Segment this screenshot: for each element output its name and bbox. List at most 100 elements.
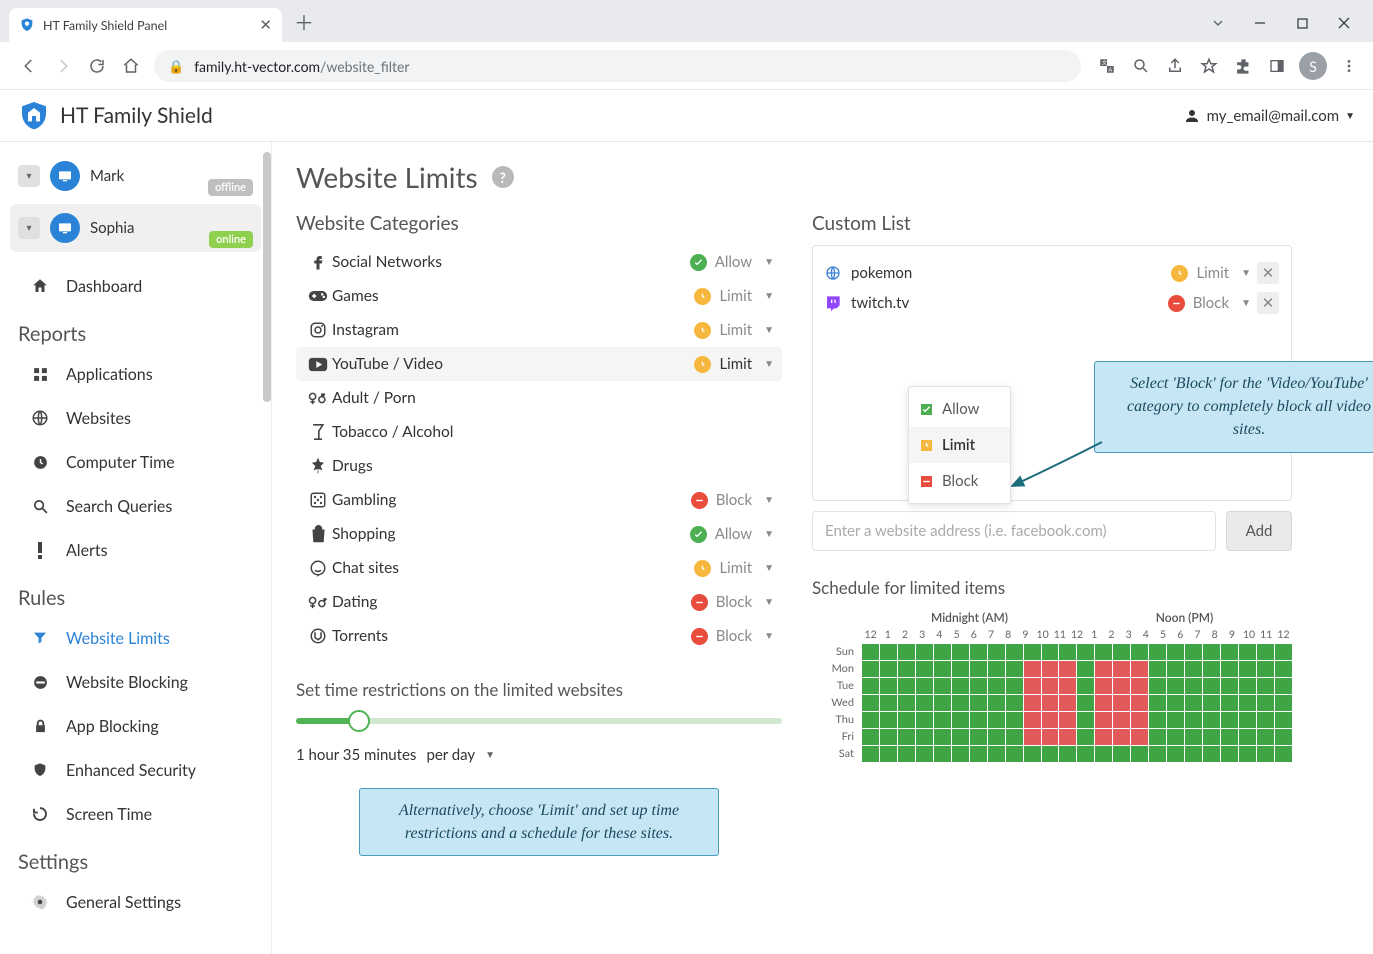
schedule-cell[interactable] bbox=[916, 678, 933, 694]
schedule-cell[interactable] bbox=[970, 644, 987, 660]
time-slider[interactable] bbox=[296, 718, 782, 732]
status-selector[interactable]: Block ▼ bbox=[678, 627, 774, 645]
schedule-cell[interactable] bbox=[1059, 712, 1076, 728]
category-row[interactable]: Adult / Porn bbox=[296, 381, 782, 415]
schedule-cell[interactable] bbox=[880, 695, 897, 711]
schedule-cell[interactable] bbox=[1077, 729, 1094, 745]
schedule-cell[interactable] bbox=[1095, 746, 1112, 762]
schedule-cell[interactable] bbox=[1131, 644, 1148, 660]
schedule-cell[interactable] bbox=[916, 746, 933, 762]
sidebar-dashboard[interactable]: Dashboard bbox=[0, 264, 271, 308]
share-icon[interactable] bbox=[1163, 54, 1187, 78]
schedule-cell[interactable] bbox=[1006, 712, 1023, 728]
schedule-cell[interactable] bbox=[898, 712, 915, 728]
schedule-cell[interactable] bbox=[1275, 746, 1292, 762]
category-row[interactable]: Shopping Allow ▼ bbox=[296, 517, 782, 551]
schedule-cell[interactable] bbox=[1077, 712, 1094, 728]
schedule-cell[interactable] bbox=[1239, 644, 1256, 660]
schedule-cell[interactable] bbox=[1024, 712, 1041, 728]
schedule-cell[interactable] bbox=[1024, 695, 1041, 711]
schedule-cell[interactable] bbox=[1167, 695, 1184, 711]
schedule-cell[interactable] bbox=[1077, 695, 1094, 711]
schedule-cell[interactable] bbox=[862, 695, 879, 711]
schedule-cell[interactable] bbox=[1275, 729, 1292, 745]
schedule-cell[interactable] bbox=[916, 644, 933, 660]
schedule-cell[interactable] bbox=[1059, 729, 1076, 745]
schedule-cell[interactable] bbox=[1167, 712, 1184, 728]
schedule-cell[interactable] bbox=[970, 661, 987, 677]
category-row[interactable]: Tobacco / Alcohol bbox=[296, 415, 782, 449]
minimize-icon[interactable] bbox=[1251, 14, 1269, 32]
schedule-cell[interactable] bbox=[1024, 644, 1041, 660]
schedule-cell[interactable] bbox=[862, 746, 879, 762]
schedule-cell[interactable] bbox=[1221, 712, 1238, 728]
schedule-cell[interactable] bbox=[1131, 695, 1148, 711]
schedule-cell[interactable] bbox=[1059, 746, 1076, 762]
schedule-cell[interactable] bbox=[1185, 746, 1202, 762]
schedule-cell[interactable] bbox=[1059, 678, 1076, 694]
schedule-cell[interactable] bbox=[1006, 729, 1023, 745]
status-selector[interactable]: Allow ▼ bbox=[678, 253, 774, 271]
schedule-cell[interactable] bbox=[1257, 678, 1274, 694]
schedule-cell[interactable] bbox=[862, 729, 879, 745]
schedule-cell[interactable] bbox=[1203, 695, 1220, 711]
schedule-cell[interactable] bbox=[1077, 661, 1094, 677]
schedule-cell[interactable] bbox=[1167, 729, 1184, 745]
schedule-cell[interactable] bbox=[1024, 678, 1041, 694]
schedule-cell[interactable] bbox=[1006, 746, 1023, 762]
schedule-cell[interactable] bbox=[1203, 712, 1220, 728]
schedule-cell[interactable] bbox=[1185, 678, 1202, 694]
status-selector[interactable]: Block▼ bbox=[1155, 294, 1251, 312]
sidebar-item-website-limits[interactable]: Website Limits bbox=[0, 616, 271, 660]
schedule-cell[interactable] bbox=[898, 746, 915, 762]
sidebar-item-enhanced-security[interactable]: Enhanced Security bbox=[0, 748, 271, 792]
schedule-cell[interactable] bbox=[1257, 661, 1274, 677]
schedule-cell[interactable] bbox=[1131, 678, 1148, 694]
schedule-cell[interactable] bbox=[988, 746, 1005, 762]
schedule-cell[interactable] bbox=[970, 746, 987, 762]
dropdown-option-limit[interactable]: Limit bbox=[909, 427, 1010, 463]
schedule-cell[interactable] bbox=[1185, 695, 1202, 711]
schedule-cell[interactable] bbox=[952, 695, 969, 711]
help-icon[interactable]: ? bbox=[492, 166, 514, 188]
schedule-cell[interactable] bbox=[1095, 695, 1112, 711]
schedule-cell[interactable] bbox=[1203, 661, 1220, 677]
schedule-cell[interactable] bbox=[1077, 644, 1094, 660]
bookmark-icon[interactable] bbox=[1197, 54, 1221, 78]
schedule-cell[interactable] bbox=[1221, 695, 1238, 711]
schedule-cell[interactable] bbox=[1239, 661, 1256, 677]
schedule-cell[interactable] bbox=[880, 712, 897, 728]
schedule-cell[interactable] bbox=[952, 746, 969, 762]
schedule-cell[interactable] bbox=[1113, 695, 1130, 711]
schedule-cell[interactable] bbox=[862, 661, 879, 677]
schedule-cell[interactable] bbox=[898, 729, 915, 745]
expand-icon[interactable]: ▾ bbox=[18, 217, 40, 239]
schedule-cell[interactable] bbox=[934, 712, 951, 728]
schedule-cell[interactable] bbox=[1275, 712, 1292, 728]
schedule-cell[interactable] bbox=[1203, 746, 1220, 762]
category-row[interactable]: Chat sites Limit ▼ bbox=[296, 551, 782, 585]
category-row[interactable]: Gambling Block ▼ bbox=[296, 483, 782, 517]
schedule-cell[interactable] bbox=[1059, 644, 1076, 660]
maximize-icon[interactable] bbox=[1293, 14, 1311, 32]
schedule-cell[interactable] bbox=[1077, 746, 1094, 762]
schedule-cell[interactable] bbox=[970, 729, 987, 745]
schedule-cell[interactable] bbox=[1042, 729, 1059, 745]
schedule-cell[interactable] bbox=[1167, 678, 1184, 694]
schedule-cell[interactable] bbox=[880, 644, 897, 660]
sidebar-item-general-settings[interactable]: General Settings bbox=[0, 880, 271, 924]
schedule-cell[interactable] bbox=[1006, 695, 1023, 711]
schedule-cell[interactable] bbox=[952, 712, 969, 728]
schedule-cell[interactable] bbox=[916, 729, 933, 745]
sidebar-item-websites[interactable]: Websites bbox=[0, 396, 271, 440]
profile-avatar[interactable]: S bbox=[1299, 52, 1327, 80]
schedule-cell[interactable] bbox=[1203, 729, 1220, 745]
schedule-cell[interactable] bbox=[898, 695, 915, 711]
schedule-cell[interactable] bbox=[1042, 746, 1059, 762]
schedule-cell[interactable] bbox=[1221, 746, 1238, 762]
schedule-cell[interactable] bbox=[862, 644, 879, 660]
schedule-cell[interactable] bbox=[988, 712, 1005, 728]
schedule-cell[interactable] bbox=[916, 661, 933, 677]
schedule-cell[interactable] bbox=[1149, 729, 1166, 745]
schedule-cell[interactable] bbox=[898, 661, 915, 677]
